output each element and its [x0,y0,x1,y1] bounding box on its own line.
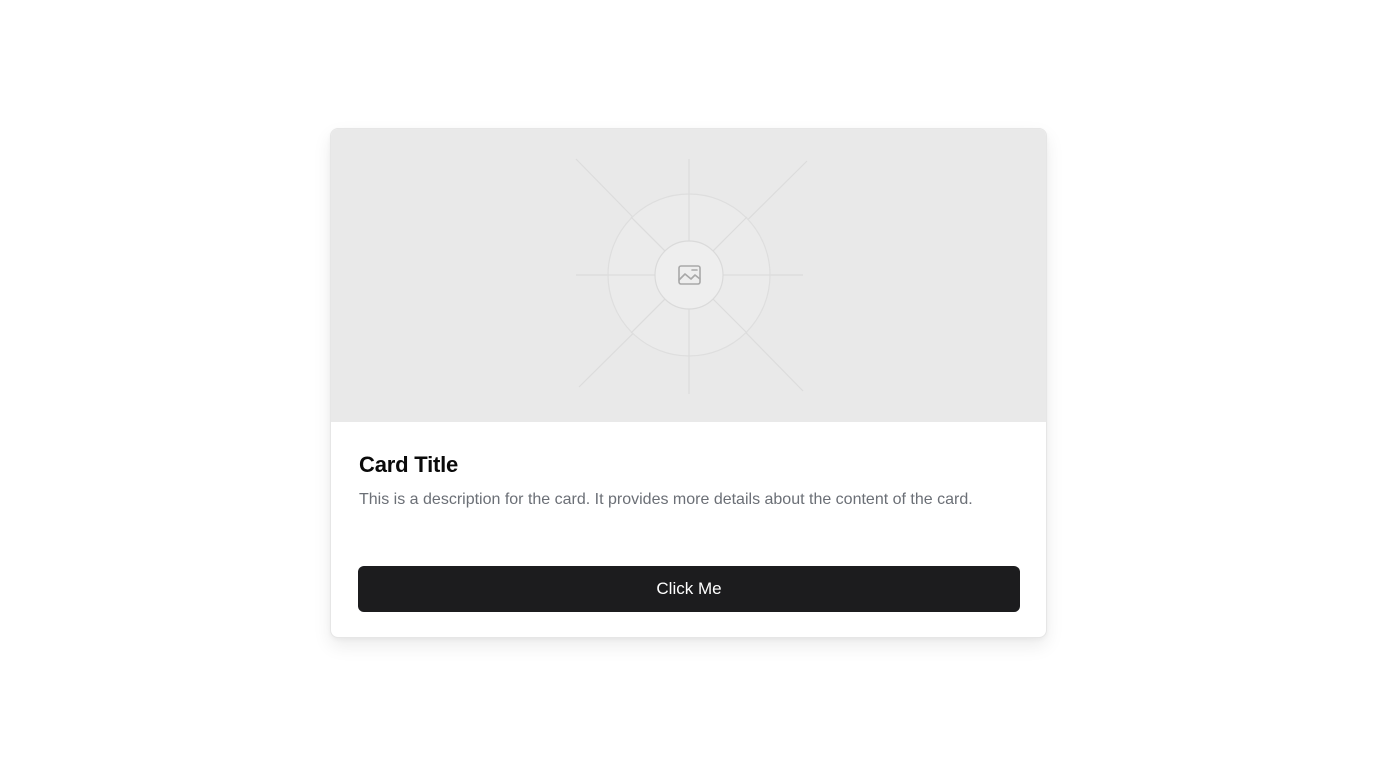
click-me-button[interactable]: Click Me [358,566,1020,612]
card-image-placeholder [331,129,1046,422]
card-description: This is a description for the card. It p… [359,491,973,508]
image-placeholder-graphic [575,158,808,394]
card: Card Title This is a description for the… [330,128,1047,638]
card-title: Card Title [359,452,459,477]
